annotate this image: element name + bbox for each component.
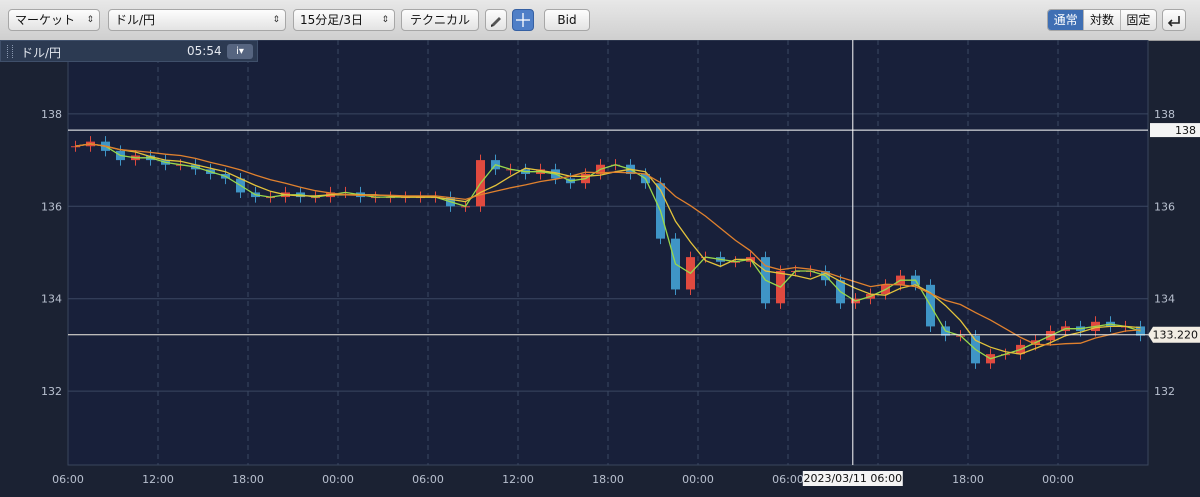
technical-button[interactable]: テクニカル (401, 9, 479, 31)
crosshair-button[interactable] (512, 9, 534, 31)
info-symbol: ドル/円 (21, 46, 62, 60)
x-tick-label: 00:00 (322, 473, 354, 486)
scale-normal-button[interactable]: 通常 (1048, 10, 1085, 30)
x-tick-label: 18:00 (952, 473, 984, 486)
bid-button-label: Bid (557, 13, 577, 27)
x-tick-label: 00:00 (1042, 473, 1074, 486)
x-tick-label: 06:00 (52, 473, 84, 486)
chevron-updown-icon: ⇕ (272, 15, 280, 25)
x-tick-label: 06:00 (412, 473, 444, 486)
pair-select[interactable]: ドル/円 ⇕ (108, 9, 286, 31)
x-tick-label: 18:00 (592, 473, 624, 486)
scale-fixed-button[interactable]: 固定 (1121, 10, 1156, 30)
y-tick-label-left: 136 (41, 200, 62, 213)
y-tick-label-left: 132 (41, 385, 62, 398)
scale-mode-group: 通常 対数 固定 (1047, 9, 1157, 31)
drag-handle[interactable] (7, 45, 13, 58)
y-tick-label-right: 132 (1154, 385, 1175, 398)
pair-select-label: ドル/円 (115, 13, 156, 27)
y-tick-label-right: 138 (1154, 108, 1175, 121)
symbol-info-box: ドル/円 05:54 i▾ (0, 40, 258, 62)
return-icon (1167, 16, 1180, 27)
y-tick-label-right: 136 (1154, 200, 1175, 213)
current-price-tag: 133.220 (1153, 329, 1199, 342)
info-dropdown-button[interactable]: i▾ (227, 44, 253, 59)
toolbar: マーケット ⇕ ドル/円 ⇕ 15分足/3日 ⇕ テクニカル Bid 通常 対数… (0, 0, 1200, 41)
pencil-icon (491, 17, 501, 27)
crosshair-price-label: 138 (1175, 124, 1196, 137)
x-tick-label: 00:00 (682, 473, 714, 486)
bid-button[interactable]: Bid (544, 9, 590, 31)
crosshair-date-label: 2023/03/11 06:00 (803, 472, 902, 485)
timeframe-select[interactable]: 15分足/3日 ⇕ (293, 9, 395, 31)
x-tick-label: 12:00 (142, 473, 174, 486)
technical-button-label: テクニカル (409, 13, 470, 27)
info-time: 05:54 (187, 44, 222, 58)
price-chart[interactable]: 06:00 12:00 18:00 00:00 06:00 12:00 18:00 00:00… (0, 39, 1200, 493)
candle-body (71, 146, 80, 148)
market-select-label: マーケット (15, 13, 76, 27)
chevron-updown-icon: ⇕ (86, 15, 94, 25)
y-tick-label-right: 134 (1154, 293, 1175, 306)
scale-log-button[interactable]: 対数 (1084, 10, 1121, 30)
undo-button[interactable] (1162, 9, 1186, 31)
y-tick-label-left: 138 (41, 108, 62, 121)
chevron-updown-icon: ⇕ (381, 15, 389, 25)
x-tick-label: 18:00 (232, 473, 264, 486)
chart-area[interactable]: 06:00 12:00 18:00 00:00 06:00 12:00 18:00 00:00… (0, 39, 1200, 493)
draw-tool-button[interactable] (485, 9, 507, 31)
crosshair-icon (516, 13, 530, 27)
market-select[interactable]: マーケット ⇕ (8, 9, 100, 31)
x-tick-label: 06:00 (772, 473, 804, 486)
timeframe-select-label: 15分足/3日 (300, 13, 363, 27)
x-tick-label: 12:00 (502, 473, 534, 486)
y-tick-label-left: 134 (41, 293, 62, 306)
